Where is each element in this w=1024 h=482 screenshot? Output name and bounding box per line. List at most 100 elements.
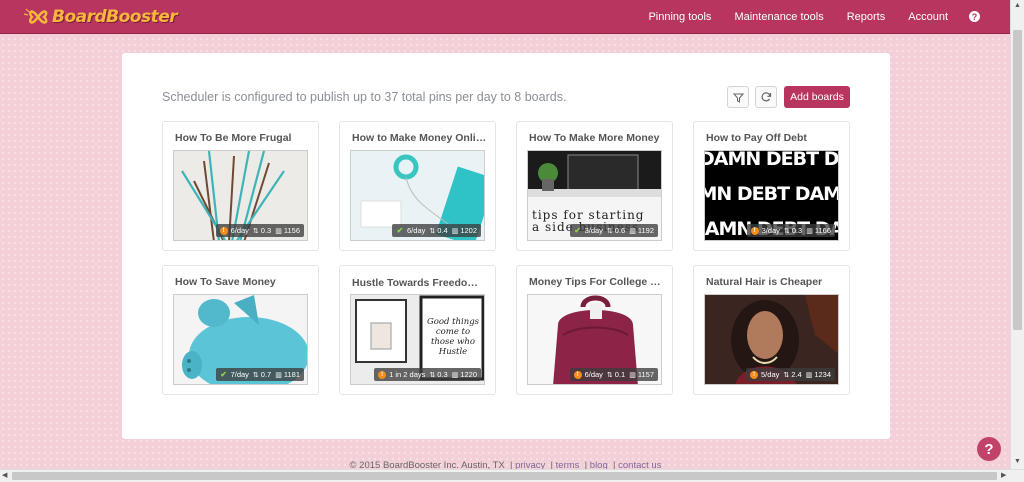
pin-rate: 6/day — [230, 226, 249, 235]
pin-count: 1234 — [814, 370, 831, 379]
pin-rate: 1 in 2 days — [389, 370, 426, 379]
scheduler-summary: Scheduler is configured to publish up to… — [162, 90, 567, 104]
vertical-scroll-thumb[interactable] — [1013, 30, 1022, 330]
hustle-quote: Good things come to those who Hustle — [426, 317, 480, 357]
board-thumbnail: ! 5/day ⇅ 2.4 ▥ 1234 — [704, 294, 839, 385]
board-stats: ! 1 in 2 days ⇅ 0.3 ▥ 1220 — [374, 368, 481, 381]
board-stats: ! 5/day ⇅ 2.4 ▥ 1234 — [746, 368, 835, 381]
score-icon: ⇅ — [783, 227, 790, 235]
board-title[interactable]: How to Make Money Online — [352, 132, 487, 144]
debt-line: DAMN DEBT DAMN DEBT DAMN — [705, 183, 838, 205]
check-icon: ✔ — [396, 226, 404, 235]
pin-score: 0.1 — [614, 370, 626, 379]
add-boards-button[interactable]: Add boards — [784, 86, 850, 108]
pins-icon: ▥ — [806, 227, 813, 235]
nav-account[interactable]: Account — [908, 11, 948, 23]
pins-icon: ▥ — [451, 227, 459, 235]
score-icon: ⇅ — [429, 227, 436, 235]
horizontal-scrollbar[interactable]: ◀ ▶ — [0, 469, 1024, 482]
filter-button[interactable] — [727, 86, 749, 108]
board-title[interactable]: Money Tips For College St... — [529, 276, 664, 288]
board-title[interactable]: How to Pay Off Debt — [706, 132, 841, 144]
pins-icon: ▥ — [629, 227, 636, 235]
pin-rate: 3/day — [584, 226, 603, 235]
pins-icon: ▥ — [629, 371, 636, 379]
pin-score: 2.4 — [791, 370, 802, 379]
scroll-left-arrow-icon[interactable]: ◀ — [2, 471, 7, 479]
refresh-button[interactable] — [755, 86, 777, 108]
nav-reports[interactable]: Reports — [847, 11, 886, 23]
board-stats: ! 6/day ⇅ 0.3 ▥ 1156 — [215, 224, 304, 237]
score-icon: ⇅ — [252, 371, 259, 379]
vertical-scrollbar[interactable]: ▲ ▼ — [1010, 0, 1024, 470]
board-card[interactable]: How to Make Money Online ✔ 6/day ⇅ 0.4 ▥ 1… — [339, 121, 496, 251]
board-card[interactable]: Money Tips For College St... ! 6/day ⇅ 0.… — [516, 265, 673, 395]
board-title[interactable]: How To Save Money — [175, 276, 310, 288]
pin-score: 0.6 — [614, 226, 626, 235]
board-thumbnail: ! 6/day ⇅ 0.3 ▥ 1156 — [173, 150, 308, 241]
board-thumbnail: ! 6/day ⇅ 0.1 ▥ 1157 — [527, 294, 662, 385]
debt-line: DAMN DEBT DAMN DEBT DAMN — [704, 150, 839, 170]
warning-icon: ! — [750, 370, 759, 379]
board-stats: ✔ 7/day ⇅ 0.7 ▥ 1181 — [215, 368, 304, 381]
pin-score: 0.3 — [437, 370, 448, 379]
warning-icon: ! — [573, 370, 582, 379]
board-title[interactable]: How To Be More Frugal — [175, 132, 310, 144]
pin-count: 1156 — [283, 226, 300, 235]
board-card[interactable]: How To Be More Frugal ! 6/day ⇅ 0.3 ▥ 1156 — [162, 121, 319, 251]
board-title[interactable]: How To Make More Money — [529, 132, 664, 144]
pin-rate: 6/day — [584, 370, 603, 379]
check-icon: ✔ — [220, 370, 227, 379]
board-thumbnail: tips for starting a side business ✔ 3/da… — [527, 150, 662, 241]
nav-pinning-tools[interactable]: Pinning tools — [648, 11, 711, 23]
help-icon[interactable]: ? — [969, 11, 980, 22]
horizontal-scroll-thumb[interactable] — [12, 472, 997, 480]
board-thumbnail: ✔ 6/day ⇅ 0.4 ▥ 1202 — [350, 150, 485, 241]
board-thumbnail: Good things come to those who Hustle ! 1… — [350, 294, 485, 385]
pin-rate: 6/day — [407, 226, 426, 235]
board-card[interactable]: Hustle Towards Freedom 👯 Good things com… — [339, 265, 496, 395]
nav-maintenance-tools[interactable]: Maintenance tools — [734, 11, 823, 23]
pin-count: 1157 — [637, 370, 654, 379]
pin-count: 1166 — [814, 226, 831, 235]
pin-score: 0.3 — [260, 226, 272, 235]
scroll-up-arrow-icon[interactable]: ▲ — [1014, 2, 1021, 9]
board-card[interactable]: Natural Hair is Cheaper ! 5/day ⇅ 2.4 ▥ 12… — [693, 265, 850, 395]
board-title[interactable]: Hustle Towards Freedom 👯 — [352, 276, 487, 289]
scroll-right-arrow-icon[interactable]: ▶ — [1001, 471, 1006, 479]
board-card[interactable]: How To Make More Money tips for starting… — [516, 121, 673, 251]
floating-help-icon[interactable]: ? — [977, 437, 1001, 461]
score-icon: ⇅ — [606, 371, 613, 379]
pin-count: 1181 — [283, 370, 300, 379]
scheduler-panel: Scheduler is configured to publish up to… — [122, 53, 890, 439]
pins-icon: ▥ — [451, 371, 459, 379]
ribbon-logo-icon — [22, 6, 52, 28]
pin-count: 1202 — [460, 226, 477, 235]
pin-count: 1192 — [637, 226, 654, 235]
board-stats: ! 6/day ⇅ 0.1 ▥ 1157 — [569, 368, 658, 381]
score-icon: ⇅ — [429, 371, 436, 379]
board-card[interactable]: How To Save Money ✔ 7/day ⇅ 0.7 ▥ 1181 — [162, 265, 319, 395]
pin-score: 0.3 — [791, 226, 803, 235]
score-icon: ⇅ — [783, 371, 790, 379]
pin-rate: 3/day — [761, 226, 780, 235]
pins-icon: ▥ — [805, 371, 813, 379]
pin-rate: 5/day — [761, 370, 780, 379]
warning-icon: ! — [750, 226, 759, 235]
scroll-down-arrow-icon[interactable]: ▼ — [1014, 458, 1021, 465]
brand-logo[interactable]: BoardBooster — [22, 5, 178, 29]
pins-icon: ▥ — [275, 227, 282, 235]
warning-icon: ! — [219, 226, 228, 235]
pin-score: 0.4 — [437, 226, 448, 235]
refresh-icon — [761, 92, 772, 102]
check-icon: ✔ — [574, 226, 581, 235]
board-stats: ✔ 3/day ⇅ 0.6 ▥ 1192 — [569, 224, 658, 237]
board-thumbnail: ✔ 7/day ⇅ 0.7 ▥ 1181 — [173, 294, 308, 385]
board-title[interactable]: Natural Hair is Cheaper — [706, 276, 841, 288]
board-thumbnail: DAMN DEBT DAMN DEBT DAMN DAMN DEBT DAMN … — [704, 150, 839, 241]
brand-name: BoardBooster — [52, 7, 178, 27]
main-nav: Pinning tools Maintenance tools Reports … — [625, 0, 980, 33]
board-card[interactable]: How to Pay Off Debt DAMN DEBT DAMN DEBT … — [693, 121, 850, 251]
board-stats: ! 3/day ⇅ 0.3 ▥ 1166 — [746, 224, 835, 237]
pin-count: 1220 — [460, 370, 477, 379]
